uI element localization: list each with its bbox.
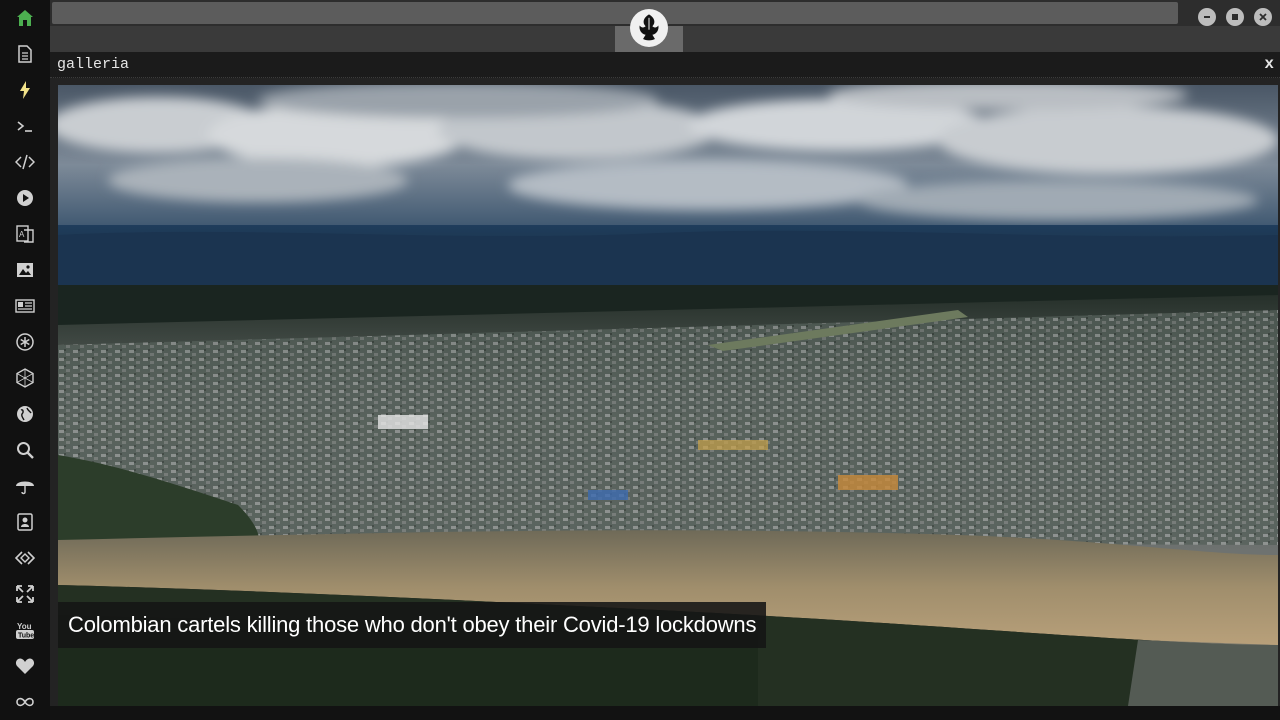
play-icon[interactable]	[13, 186, 37, 210]
asterisk-circle-icon[interactable]	[13, 330, 37, 354]
rebel-alliance-logo-icon	[630, 9, 668, 47]
minimize-button[interactable]	[1198, 8, 1216, 26]
news-icon[interactable]	[13, 294, 37, 318]
document-icon[interactable]	[13, 42, 37, 66]
panel-close-button[interactable]: x	[1264, 55, 1274, 73]
maximize-button[interactable]	[1226, 8, 1244, 26]
sidebar: A You Tube	[0, 0, 50, 720]
image-icon[interactable]	[13, 258, 37, 282]
svg-text:A: A	[19, 230, 25, 239]
svg-text:You: You	[17, 622, 32, 631]
home-icon[interactable]	[13, 6, 37, 30]
code-diamond-icon[interactable]	[13, 546, 37, 570]
search-icon[interactable]	[13, 438, 37, 462]
terminal-icon[interactable]	[13, 114, 37, 138]
close-window-button[interactable]	[1254, 8, 1272, 26]
infinity-icon[interactable]	[13, 690, 37, 714]
hexagon-icon[interactable]	[13, 366, 37, 390]
app-window: A You Tube galleria x Colombian cartels …	[0, 0, 1280, 720]
lightning-icon[interactable]	[13, 78, 37, 102]
globe-icon[interactable]	[13, 402, 37, 426]
address-bar[interactable]	[52, 2, 1178, 24]
umbrella-icon[interactable]	[13, 474, 37, 498]
image-caption: Colombian cartels killing those who don'…	[58, 602, 767, 648]
svg-text:Tube: Tube	[18, 633, 34, 640]
panel-title: galleria	[57, 56, 130, 73]
bottom-strip	[50, 706, 1280, 720]
youtube-icon[interactable]: You Tube	[13, 618, 37, 642]
top-bar	[50, 0, 1280, 52]
expand-icon[interactable]	[13, 582, 37, 606]
heart-icon[interactable]	[13, 654, 37, 678]
code-icon[interactable]	[13, 150, 37, 174]
panel-header: galleria x	[50, 52, 1280, 78]
translate-icon[interactable]: A	[13, 222, 37, 246]
contact-icon[interactable]	[13, 510, 37, 534]
